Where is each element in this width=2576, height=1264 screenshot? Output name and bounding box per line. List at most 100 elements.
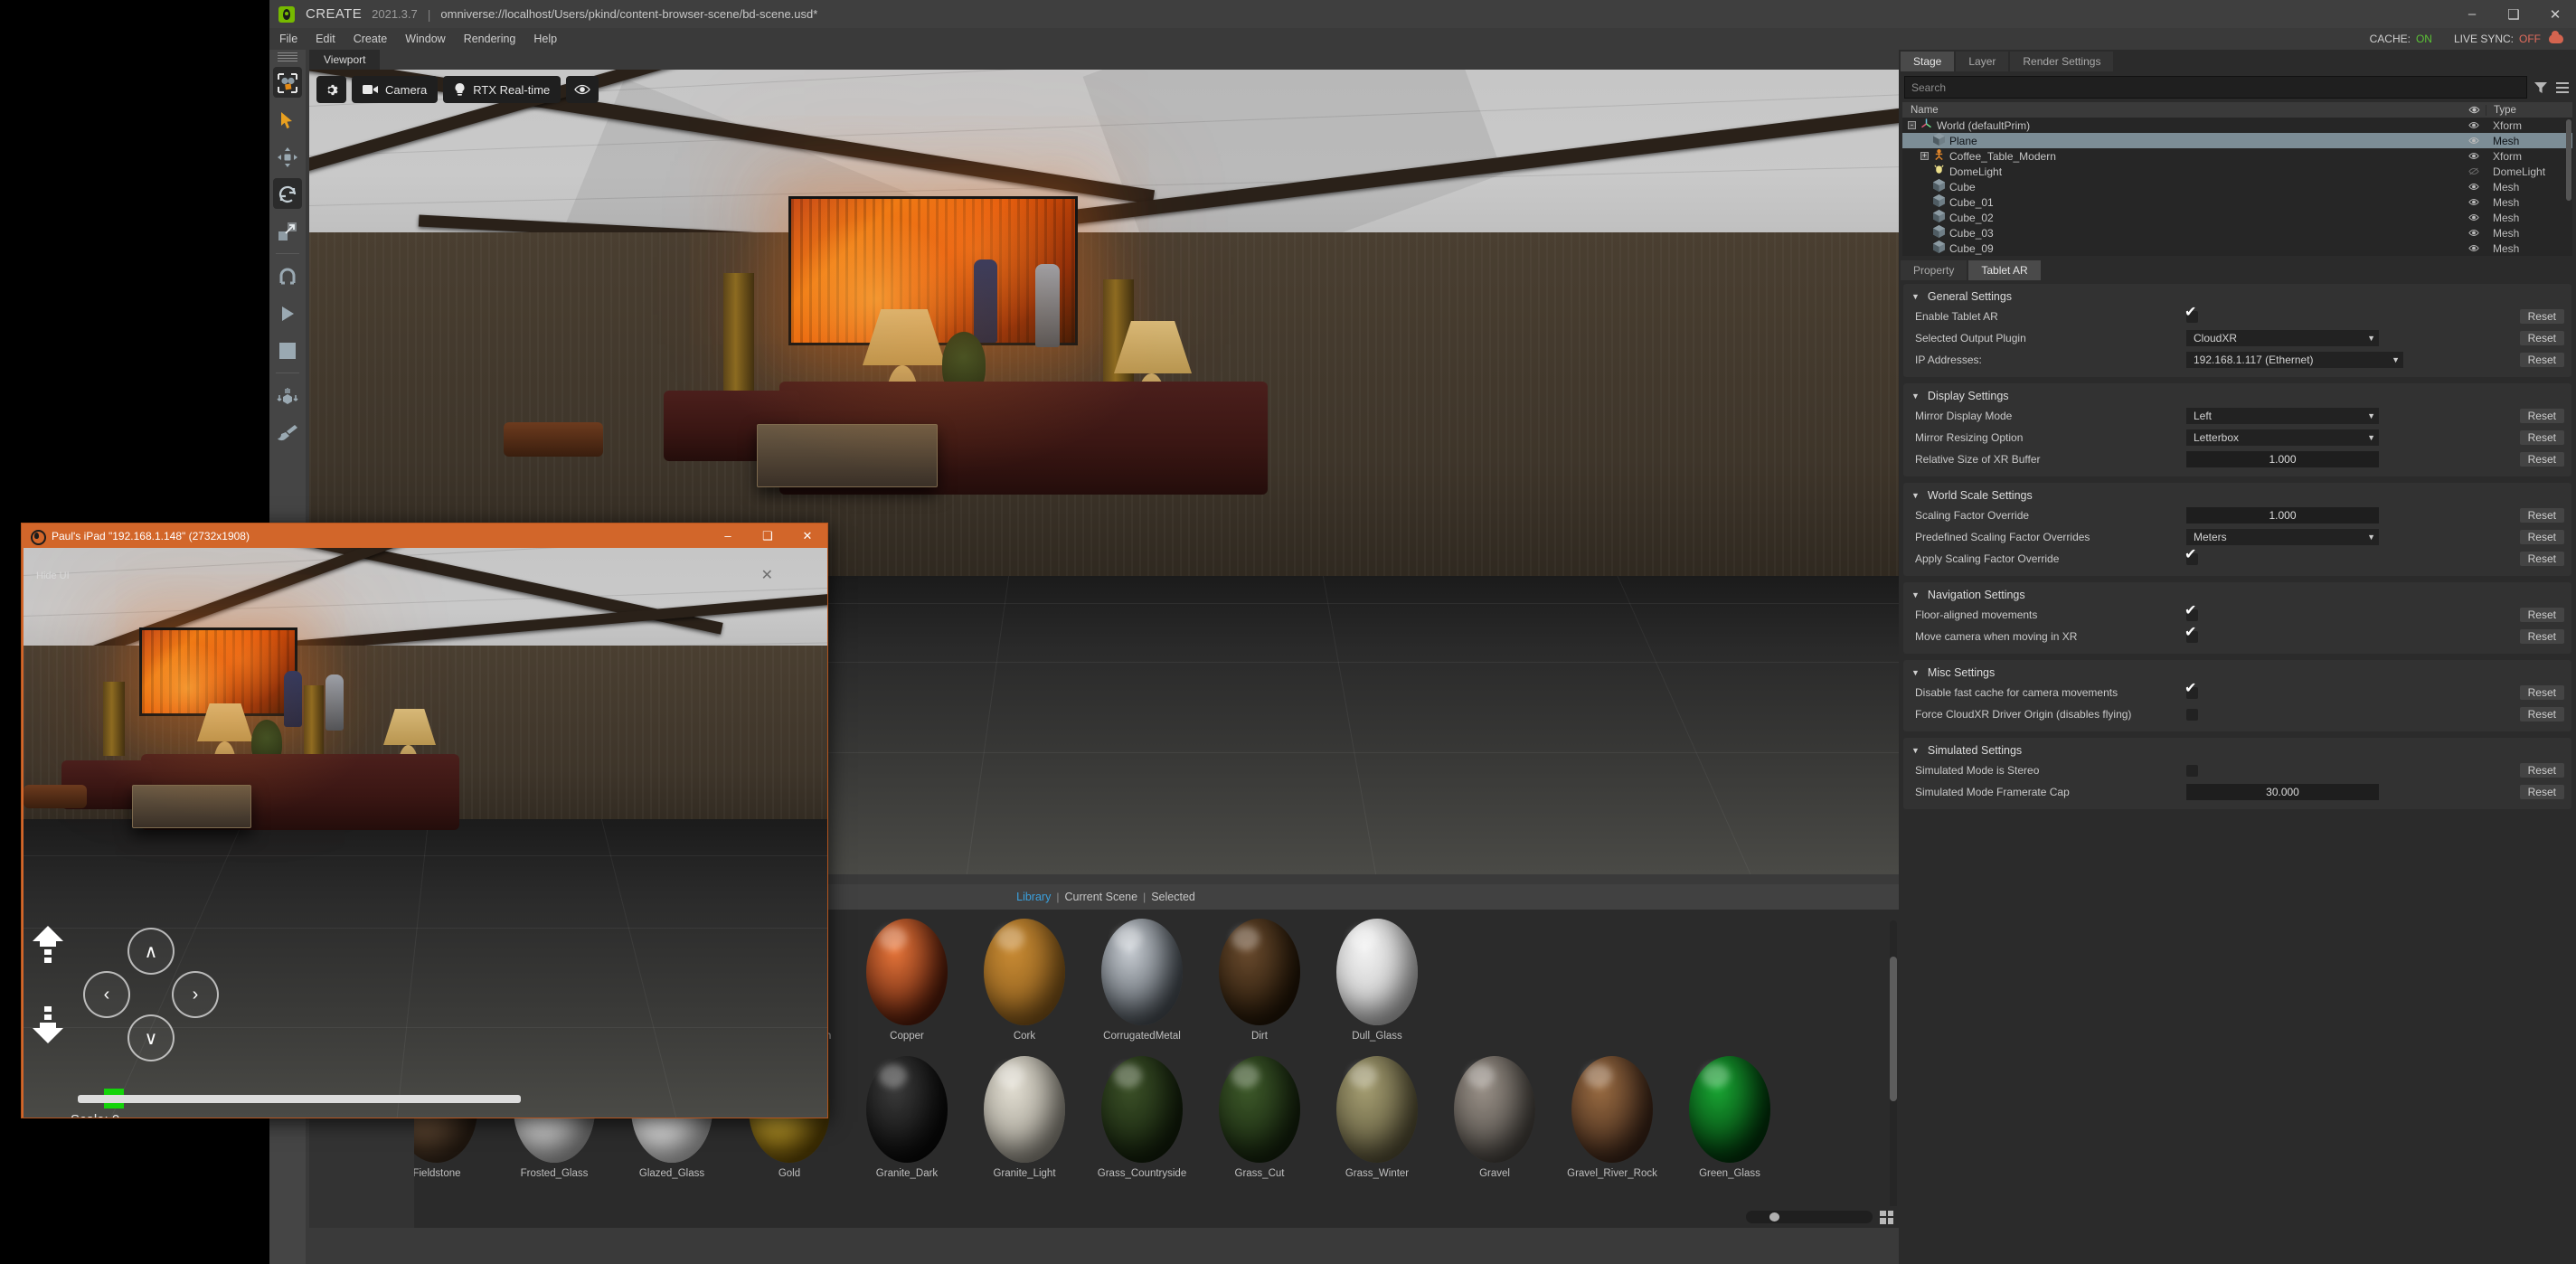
group-header[interactable]: ▼ General Settings: [1903, 287, 2571, 307]
tab-viewport[interactable]: Viewport: [309, 50, 381, 70]
search-input[interactable]: Search: [1904, 76, 2527, 99]
tab-tablet-ar[interactable]: Tablet AR: [1968, 260, 2041, 280]
reset-button[interactable]: Reset: [2519, 508, 2564, 523]
dpad-left-button[interactable]: ‹: [83, 971, 130, 1018]
gear-icon[interactable]: [316, 76, 346, 103]
minimize-button[interactable]: –: [2451, 0, 2493, 28]
hide-ui-button[interactable]: Hide UI: [36, 571, 70, 581]
scale-tool-icon[interactable]: [269, 212, 306, 250]
tab-layer[interactable]: Layer: [1956, 52, 2009, 71]
reset-button[interactable]: Reset: [2519, 530, 2564, 544]
eye-off-icon[interactable]: [2462, 167, 2486, 175]
eye-icon[interactable]: [2462, 198, 2486, 206]
reset-button[interactable]: Reset: [2519, 707, 2564, 722]
material-card[interactable]: Grass_Cut: [1201, 1047, 1318, 1179]
move-up-arrow-icon[interactable]: [31, 926, 65, 976]
reset-button[interactable]: Reset: [2519, 309, 2564, 324]
material-card[interactable]: Green_Glass: [1671, 1047, 1788, 1179]
filter-icon[interactable]: [2533, 80, 2549, 96]
stop-icon[interactable]: [269, 332, 306, 369]
checkbox[interactable]: [2186, 764, 2198, 777]
reset-button[interactable]: Reset: [2519, 552, 2564, 566]
reset-button[interactable]: Reset: [2519, 763, 2564, 778]
menu-file[interactable]: File: [271, 31, 306, 47]
table-row[interactable]: Cube_01 Mesh: [1902, 194, 2572, 210]
table-row[interactable]: Cube_02 Mesh: [1902, 210, 2572, 225]
reset-button[interactable]: Reset: [2519, 685, 2564, 700]
reset-button[interactable]: Reset: [2519, 629, 2564, 644]
group-header[interactable]: ▼ Navigation Settings: [1903, 585, 2571, 606]
table-row[interactable]: DomeLight DomeLight: [1902, 164, 2572, 179]
stage-tree[interactable]: - World (defaultPrim) Xform Plane Mesh + Coffe…: [1902, 118, 2572, 256]
group-header[interactable]: ▼ Misc Settings: [1903, 663, 2571, 684]
reset-button[interactable]: Reset: [2519, 430, 2564, 445]
group-header[interactable]: ▼ World Scale Settings: [1903, 486, 2571, 506]
eye-icon[interactable]: [2462, 229, 2486, 237]
stage-tree-scrollbar[interactable]: [2566, 119, 2571, 201]
reset-button[interactable]: Reset: [2519, 353, 2564, 367]
thumbnail-size-slider[interactable]: [1746, 1211, 1873, 1223]
play-icon[interactable]: [269, 295, 306, 332]
material-card[interactable]: Dirt: [1201, 910, 1318, 1042]
table-row[interactable]: Cube_03 Mesh: [1902, 225, 2572, 241]
material-card[interactable]: Grass_Countryside: [1083, 1047, 1201, 1179]
reset-button[interactable]: Reset: [2519, 331, 2564, 345]
chevron-down-icon[interactable]: ▼: [1911, 491, 1920, 500]
reset-button[interactable]: Reset: [2519, 409, 2564, 423]
checkbox[interactable]: [2186, 708, 2198, 721]
reset-button[interactable]: Reset: [2519, 608, 2564, 622]
number-field[interactable]: 30.000: [2186, 784, 2379, 800]
ipad-close-button[interactable]: ✕: [788, 524, 827, 548]
dropdown[interactable]: Meters ▼: [2186, 529, 2379, 545]
chevron-down-icon[interactable]: ▼: [1911, 590, 1920, 599]
eye-icon[interactable]: [2462, 152, 2486, 160]
breadcrumb-selected[interactable]: Selected: [1146, 891, 1201, 903]
reset-button[interactable]: Reset: [2519, 785, 2564, 799]
material-card[interactable]: Cork: [966, 910, 1083, 1042]
breadcrumb-library[interactable]: Library: [1011, 891, 1056, 903]
dpad-right-button[interactable]: ›: [172, 971, 219, 1018]
menu-create[interactable]: Create: [345, 31, 396, 47]
table-row[interactable]: Plane Mesh: [1902, 133, 2572, 148]
close-button[interactable]: ✕: [2534, 0, 2576, 28]
chevron-down-icon[interactable]: ▼: [1911, 391, 1920, 401]
renderer-button[interactable]: RTX Real-time: [443, 76, 561, 103]
toolbar-drag-handle[interactable]: [269, 50, 306, 64]
hamburger-icon[interactable]: [2554, 80, 2571, 96]
dropdown[interactable]: CloudXR ▼: [2186, 330, 2379, 346]
ipad-overlay-close-icon[interactable]: ✕: [761, 566, 773, 584]
checkbox[interactable]: [2184, 604, 2198, 621]
table-row[interactable]: Cube_09 Mesh: [1902, 241, 2572, 256]
dropdown[interactable]: Letterbox ▼: [2186, 429, 2379, 446]
eye-icon[interactable]: [2462, 137, 2486, 145]
table-row[interactable]: - World (defaultPrim) Xform: [1902, 118, 2572, 133]
dropdown[interactable]: Left ▼: [2186, 408, 2379, 424]
group-header[interactable]: ▼ Simulated Settings: [1903, 740, 2571, 761]
camera-button[interactable]: Camera: [352, 76, 439, 103]
arrow-select-icon[interactable]: [269, 101, 306, 138]
checkbox[interactable]: [2184, 306, 2198, 323]
number-field[interactable]: 1.000: [2186, 451, 2379, 467]
material-card[interactable]: CorrugatedMetal: [1083, 910, 1201, 1042]
material-card[interactable]: Gravel: [1436, 1047, 1553, 1179]
eye-icon[interactable]: [566, 76, 599, 103]
select-mode-icon[interactable]: [269, 64, 306, 101]
tree-expander[interactable]: -: [1908, 121, 1916, 129]
tab-stage[interactable]: Stage: [1901, 52, 1955, 71]
ipad-minimize-button[interactable]: –: [708, 524, 748, 548]
material-card[interactable]: Granite_Dark: [848, 1047, 966, 1179]
tab-property[interactable]: Property: [1901, 260, 1967, 280]
grid-view-icon[interactable]: [1880, 1210, 1893, 1224]
eye-icon[interactable]: [2462, 183, 2486, 191]
snap-magnet-icon[interactable]: [269, 258, 306, 295]
dpad-down-button[interactable]: ∨: [127, 1014, 175, 1061]
eye-icon[interactable]: [2462, 244, 2486, 252]
tree-expander[interactable]: +: [1920, 152, 1929, 160]
material-card[interactable]: Copper: [848, 910, 966, 1042]
menu-help[interactable]: Help: [525, 31, 565, 47]
move-down-arrow-icon[interactable]: [31, 994, 65, 1043]
material-card[interactable]: Grass_Winter: [1318, 1047, 1436, 1179]
menu-edit[interactable]: Edit: [307, 31, 344, 47]
checkbox[interactable]: [2184, 626, 2198, 643]
dpad-up-button[interactable]: ∧: [127, 928, 175, 975]
